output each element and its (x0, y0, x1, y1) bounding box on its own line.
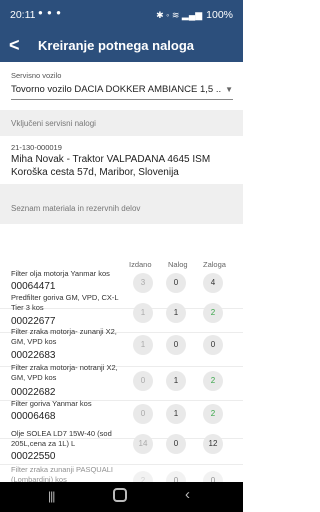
material-name: Filter goriva Yanmar kos (11, 399, 92, 408)
material-name: Filter zraka motorja- zunanji X2, GM, VP… (11, 327, 117, 346)
order-item[interactable]: 21-130-000019 Miha Novak - Traktor VALPA… (11, 143, 210, 178)
order-number: 21-130-000019 (11, 143, 62, 152)
system-nav-bar: ||| ‹ (0, 482, 243, 512)
nalog-stepper[interactable]: 0 (166, 434, 186, 454)
chevron-down-icon[interactable]: ▼ (225, 85, 233, 94)
material-row[interactable]: Olje SOLEA LD7 15W-40 (sod 205L,cena za … (0, 421, 243, 465)
material-name: Filter zraka motorja- notranji X2, GM, V… (11, 363, 118, 382)
material-code: 00022550 (11, 451, 56, 462)
arrow-left-icon[interactable]: < (9, 35, 20, 55)
orders-section-header: Vključeni servisni nalogi (0, 110, 243, 136)
page-title: Kreiranje potnega naloga (38, 38, 195, 53)
signal-wifi-icons: ✱ ◦ ≋ ▂▄▆ (156, 9, 203, 20)
nalog-stepper[interactable]: 1 (166, 371, 186, 391)
material-name: Filter olja motorja Yanmar kos (11, 269, 110, 278)
system-icons: ✱ ◦ ≋ ▂▄▆ 100% (156, 9, 233, 21)
vozilo-select[interactable]: Servisno vozilo Tovorno vozilo DACIA DOK… (0, 68, 243, 102)
zaloga-count: 12 (203, 434, 223, 454)
battery-level: 100% (206, 9, 233, 21)
zaloga-count: 0 (203, 335, 223, 355)
materials-section-header: Seznam materiala in rezervnih delov (0, 184, 243, 224)
field-underline (11, 99, 233, 100)
zaloga-count: 2 (203, 303, 223, 323)
order-line-2: Koroška cesta 57d, Maribor, Slovenija (11, 167, 179, 178)
orders-section-title: Vključeni servisni nalogi (11, 119, 96, 128)
nalog-stepper[interactable]: 0 (166, 335, 186, 355)
recent-apps-icon[interactable]: ||| (48, 489, 55, 503)
notification-icons: ● ● ● (38, 8, 62, 17)
izdano-count: 14 (133, 434, 153, 454)
nalog-stepper[interactable]: 1 (166, 303, 186, 323)
material-name: Predfilter goriva GM, VPD, CX-L Tier 3 k… (11, 293, 119, 312)
back-icon[interactable]: ‹ (185, 486, 190, 503)
home-icon[interactable] (113, 488, 127, 502)
vozilo-label: Servisno vozilo (11, 71, 62, 80)
status-time: 20:11 (10, 9, 36, 21)
status-bar: 20:11 ● ● ● ✱ ◦ ≋ ▂▄▆ 100% (0, 0, 243, 30)
vozilo-value[interactable]: Tovorno vozilo DACIA DOKKER AMBIANCE 1,5… (11, 84, 221, 95)
order-line-1: Miha Novak - Traktor VALPADANA 4645 ISM (11, 154, 211, 165)
izdano-count: 0 (133, 371, 153, 391)
materials-section-title: Seznam materiala in rezervnih delov (11, 204, 141, 213)
app-bar: < Kreiranje potnega naloga (0, 30, 243, 62)
izdano-count: 1 (133, 335, 153, 355)
material-name: Olje SOLEA LD7 15W-40 (sod 205L,cena za … (11, 429, 112, 448)
izdano-count: 1 (133, 303, 153, 323)
zaloga-count: 2 (203, 371, 223, 391)
